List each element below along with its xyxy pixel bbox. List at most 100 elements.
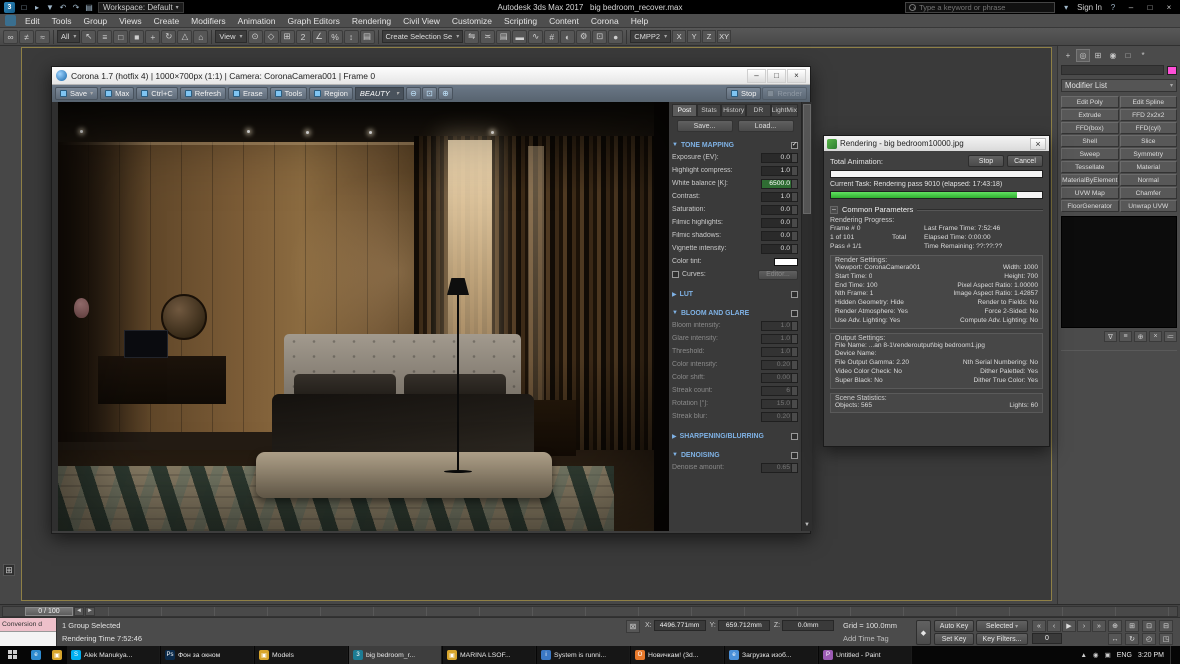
taskbar-app-button[interactable]: e Загрузка изоб... <box>725 646 818 664</box>
maxscript-mini-listener[interactable]: Conversion d <box>0 618 57 647</box>
percent-snap-icon[interactable]: % <box>327 29 343 44</box>
material-editor-icon[interactable]: ◐ <box>560 29 576 44</box>
angle-snap-icon[interactable]: ∠ <box>311 29 327 44</box>
remove-modifier-icon[interactable]: × <box>1149 331 1162 342</box>
selection-lock-icon[interactable]: ⊠ <box>626 620 640 633</box>
set-keys-button[interactable]: ◆ <box>916 620 931 645</box>
modifier-button[interactable]: FFD(box) <box>1061 122 1119 134</box>
select-and-place-icon[interactable]: ⌂ <box>193 29 209 44</box>
select-by-name-icon[interactable]: ≡ <box>97 29 113 44</box>
display-tab-icon[interactable]: □ <box>1121 49 1135 62</box>
modifier-button[interactable]: Symmetry <box>1119 148 1177 160</box>
hierarchy-tab-icon[interactable]: ⊞ <box>1091 49 1105 62</box>
render-setup-icon[interactable]: ⚙ <box>576 29 592 44</box>
axis-constraint-button[interactable]: XY <box>717 30 732 43</box>
modifier-button[interactable]: Material <box>1119 161 1177 173</box>
scrollbar-thumb[interactable] <box>803 104 811 214</box>
maxscript-white-line[interactable] <box>0 632 56 647</box>
unlink-selection-icon[interactable]: ≠ <box>19 29 34 44</box>
curves-checkbox[interactable] <box>672 271 679 278</box>
modifier-button[interactable]: FFD 2x2x2 <box>1119 109 1177 121</box>
vfb-zoom-in-icon[interactable]: ⊕ <box>437 87 453 100</box>
modifier-button[interactable]: Normal <box>1119 174 1177 186</box>
time-config-icon[interactable]: ◴ <box>1142 633 1156 645</box>
modifier-button[interactable]: Tessellate <box>1061 161 1119 173</box>
tray-expand-icon[interactable]: ▲ <box>1080 652 1086 659</box>
orbit-icon[interactable]: ↻ <box>1125 633 1139 645</box>
new-scene-icon[interactable]: □ <box>18 1 30 13</box>
coord-x-field[interactable]: 4496.771mm <box>653 620 706 631</box>
parameter-spinner[interactable]: 0.20 <box>761 359 798 370</box>
parameter-spinner[interactable]: 0.0 <box>761 230 798 241</box>
selection-set-dropdown[interactable]: Create Selection Se ▾ <box>381 30 464 43</box>
3dsmax-logo-icon[interactable]: 3 <box>4 1 15 13</box>
scroll-down-arrow-icon[interactable]: ▼ <box>802 520 812 530</box>
parameter-spinner[interactable]: 0.0 <box>761 217 798 228</box>
parameter-spinner[interactable]: 1.0 <box>761 333 798 344</box>
menu-item[interactable]: Help <box>625 14 654 27</box>
vfb-save-button[interactable]: Save ▾ <box>55 87 99 100</box>
modify-tab-icon[interactable]: ◎ <box>1076 48 1090 62</box>
parameter-spinner[interactable]: 1.0 <box>761 320 798 331</box>
search-input[interactable] <box>919 2 1050 12</box>
curve-editor-icon[interactable]: ∿ <box>528 29 544 44</box>
parameter-spinner[interactable]: 0.00 <box>761 372 798 383</box>
vfb-send-to-max-button[interactable]: Max <box>100 87 135 100</box>
rendered-frame-window-icon[interactable]: ⊡ <box>592 29 608 44</box>
taskbar-app-button[interactable]: Ps Фон за окном <box>161 646 254 664</box>
use-center-icon[interactable]: ⊙ <box>247 29 263 44</box>
axis-constraint-button[interactable]: Y <box>687 30 702 43</box>
menu-item[interactable]: Views <box>113 14 148 27</box>
zoom-extents-icon[interactable]: ⊡ <box>1142 620 1156 632</box>
lut-checkbox[interactable] <box>791 290 798 298</box>
rendering-dialog-titlebar[interactable]: Rendering - big bedroom10000.jpg × <box>824 136 1049 151</box>
start-button[interactable] <box>0 646 26 664</box>
modifier-button[interactable]: Chamfer <box>1119 187 1177 199</box>
modifier-button[interactable]: Edit Spline <box>1119 96 1177 108</box>
parameter-spinner[interactable]: 0.20 <box>761 411 798 422</box>
select-and-rotate-icon[interactable]: ↻ <box>161 29 177 44</box>
zoom-icon[interactable]: ⊕ <box>1108 620 1122 632</box>
modifier-button[interactable]: Extrude <box>1061 109 1119 121</box>
taskbar-app-button[interactable]: i System is runni... <box>537 646 630 664</box>
mirror-icon[interactable]: ⇋ <box>464 29 480 44</box>
bloom-glare-checkbox[interactable] <box>791 309 798 317</box>
taskbar-app-button[interactable]: S Alek Manukya... <box>67 646 160 664</box>
vfb-render-button[interactable]: Render <box>762 87 807 100</box>
schematic-view-icon[interactable]: # <box>544 29 560 44</box>
object-color-swatch[interactable] <box>1167 65 1177 75</box>
next-frame-icon[interactable]: › <box>1077 620 1091 632</box>
edit-named-selection-sets-icon[interactable]: ▤ <box>359 29 375 44</box>
select-object-icon[interactable]: ↖ <box>81 29 97 44</box>
sign-in-button[interactable]: Sign In <box>1077 3 1102 12</box>
vfb-config-save-button[interactable]: Save... <box>676 120 733 132</box>
time-slider-track[interactable]: 0 / 100 ◄ ► <box>2 605 1178 617</box>
time-slider-handle[interactable]: 0 / 100 <box>25 606 73 616</box>
viewport-layout-icon[interactable]: ⊞ <box>3 564 15 576</box>
vfb-panel-scrollbar[interactable]: ▼ <box>801 102 812 531</box>
denoising-checkbox[interactable] <box>791 451 798 459</box>
go-to-start-icon[interactable]: « <box>1032 620 1046 632</box>
tone-mapping-section-header[interactable]: ▼ TONE MAPPING ✓ <box>672 139 798 151</box>
bloom-glare-section-header[interactable]: ▼ BLOOM AND GLARE <box>672 307 798 319</box>
curves-editor-button[interactable]: Editor... <box>758 269 798 280</box>
modifier-button[interactable]: FFD(cyl) <box>1119 122 1177 134</box>
show-desktop-button[interactable] <box>1170 646 1174 664</box>
previous-key-arrow[interactable]: ◄ <box>74 606 84 616</box>
vfb-zoom-out-icon[interactable]: ⊖ <box>405 87 421 100</box>
vfb-stop-button[interactable]: Stop <box>725 87 762 100</box>
keyboard-override-icon[interactable]: ⊞ <box>279 29 295 44</box>
maximize-viewport-icon[interactable]: ◳ <box>1159 633 1173 645</box>
object-name-field[interactable] <box>1061 65 1164 75</box>
parameter-spinner[interactable]: 1.0 <box>761 191 798 202</box>
vfb-tools-button[interactable]: Tools <box>269 87 308 100</box>
taskbar-app-button[interactable]: 3 big bedroom_r... <box>349 646 442 664</box>
menu-item[interactable]: Create <box>148 14 186 27</box>
parameter-spinner[interactable]: 0.0 <box>761 204 798 215</box>
parameter-spinner[interactable]: 15.0 <box>761 398 798 409</box>
taskbar-app-button[interactable]: O Новичкам! (3d... <box>631 646 724 664</box>
menu-item[interactable]: Group <box>78 14 114 27</box>
minimize-button[interactable]: – <box>1124 1 1138 13</box>
parameter-spinner[interactable]: 6500.0 <box>761 178 798 189</box>
modifier-button[interactable]: Shell <box>1061 135 1119 147</box>
